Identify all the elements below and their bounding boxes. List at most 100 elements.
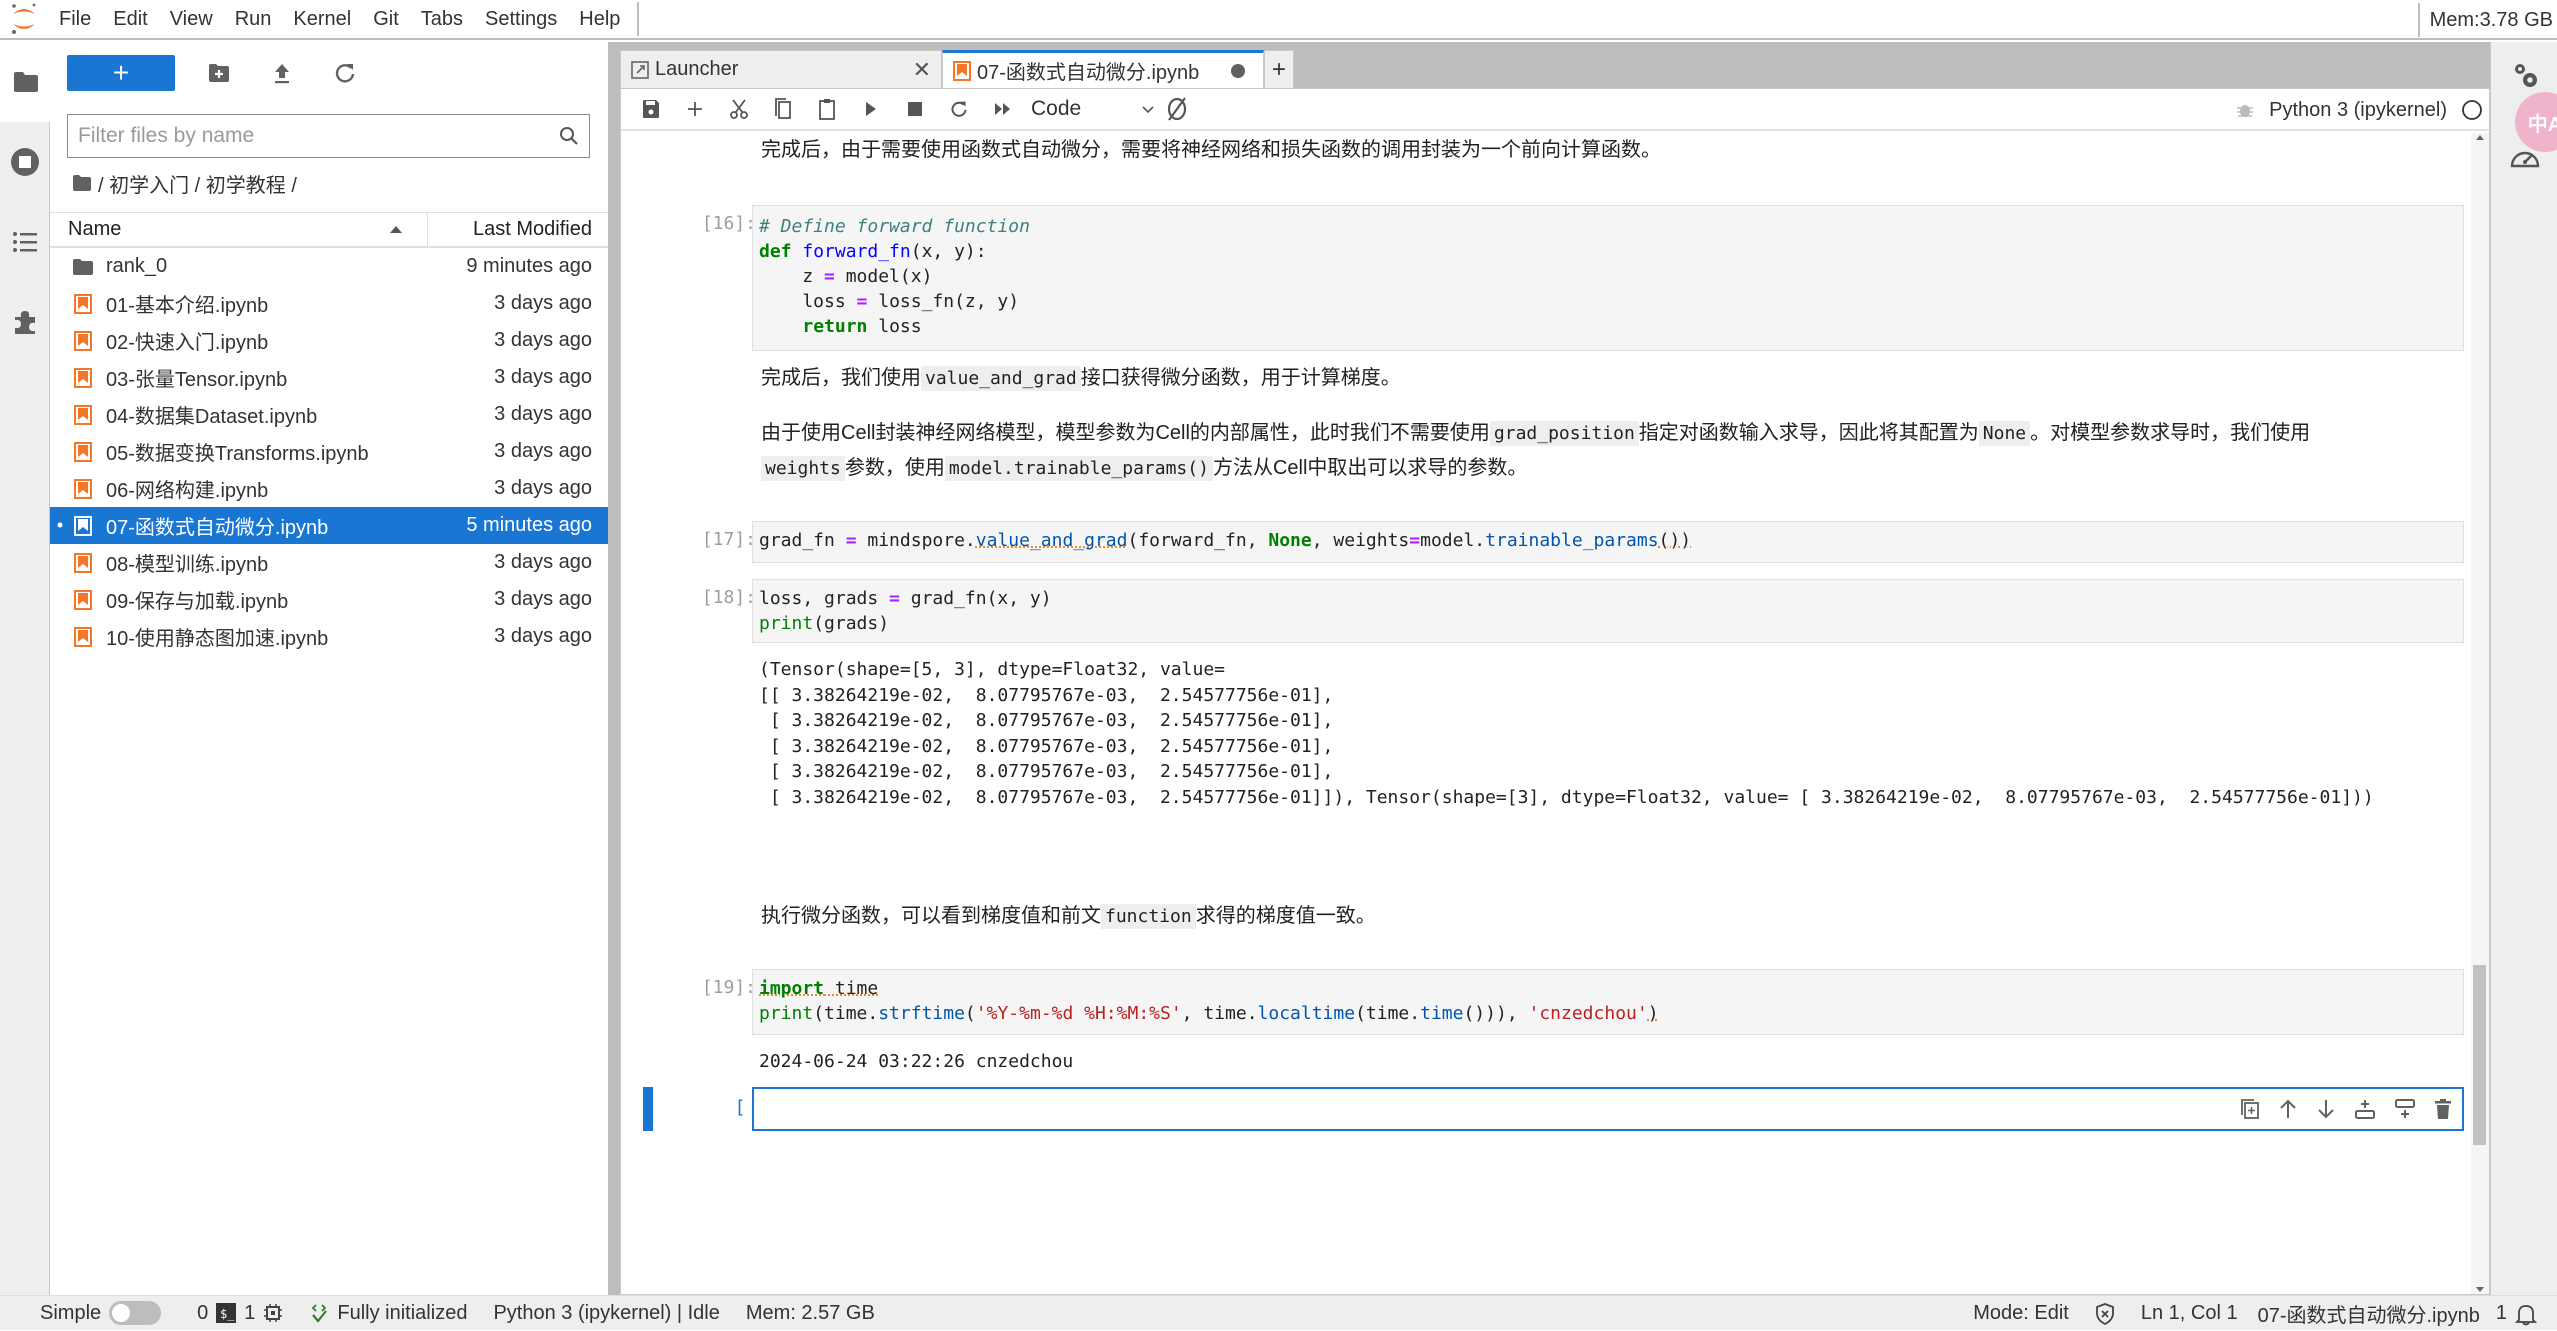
menu-edit[interactable]: Edit bbox=[102, 0, 158, 39]
tab-notebook[interactable]: 07-函数式自动微分.ipynb bbox=[942, 50, 1264, 88]
cut-button[interactable] bbox=[717, 91, 761, 127]
running-sessions-tab[interactable] bbox=[0, 122, 50, 202]
code-input[interactable]: loss, grads = grad_fn(x, y) print(grads) bbox=[752, 579, 2464, 643]
insert-above-icon[interactable] bbox=[2354, 1098, 2376, 1120]
save-button[interactable] bbox=[629, 91, 673, 127]
column-header-name[interactable]: Name bbox=[50, 213, 428, 246]
copy-button[interactable] bbox=[761, 91, 805, 127]
menu-tabs[interactable]: Tabs bbox=[410, 0, 474, 39]
cell-type-select[interactable]: Code bbox=[1025, 97, 1155, 121]
file-browser-tab[interactable] bbox=[0, 42, 51, 122]
running-terminals-status[interactable]: 0 $_ 1 bbox=[197, 1302, 283, 1325]
extension-manager-tab[interactable] bbox=[0, 282, 50, 362]
kernel-name-button[interactable]: Python 3 (ipykernel) bbox=[2269, 99, 2447, 122]
duplicate-cell-icon[interactable] bbox=[2240, 1098, 2260, 1120]
file-name: 02-快速入门.ipynb bbox=[106, 332, 269, 354]
notebook-scrollbar[interactable] bbox=[2471, 133, 2489, 1294]
markdown-cell[interactable]: 完成后，由于需要使用函数式自动微分，需要将神经网络和损失函数的调用封装为一个前向… bbox=[761, 133, 2441, 167]
stop-icon bbox=[908, 102, 922, 116]
move-down-icon[interactable] bbox=[2316, 1098, 2336, 1120]
menu-kernel[interactable]: Kernel bbox=[282, 0, 362, 39]
upload-button[interactable] bbox=[250, 55, 313, 91]
simple-mode-toggle[interactable]: Simple bbox=[40, 1301, 162, 1325]
column-header-modified[interactable]: Last Modified bbox=[428, 213, 608, 246]
file-list-item[interactable]: • 07-函数式自动微分.ipynb 5 minutes ago bbox=[50, 507, 608, 544]
file-list-item[interactable]: 04-数据集Dataset.ipynb 3 days ago bbox=[50, 396, 608, 433]
file-list-item[interactable]: rank_0 9 minutes ago bbox=[50, 248, 608, 285]
breadcrumb-path[interactable]: / 初学入门 / 初学教程 / bbox=[98, 169, 297, 198]
debugger-icon[interactable] bbox=[2235, 100, 2255, 120]
plus-icon bbox=[688, 102, 702, 116]
menu-help[interactable]: Help bbox=[568, 0, 631, 39]
filter-files-input[interactable] bbox=[78, 124, 559, 148]
active-cell-indicator[interactable] bbox=[643, 1087, 653, 1131]
memory-usage: Mem:3.78 GB bbox=[2429, 8, 2553, 31]
restart-kernel-button[interactable] bbox=[937, 91, 981, 127]
cursor-position[interactable]: Ln 1, Col 1 bbox=[2141, 1302, 2238, 1325]
file-name: 03-张量Tensor.ipynb bbox=[106, 369, 288, 391]
file-list-item[interactable]: 08-模型训练.ipynb 3 days ago bbox=[50, 544, 608, 581]
interrupt-kernel-button[interactable] bbox=[893, 91, 937, 127]
markdown-cell[interactable]: 由于使用Cell封装神经网络模型，模型参数为Cell的内部属性，此时我们不需要使… bbox=[761, 416, 2441, 486]
tab-launcher[interactable]: Launcher ✕ bbox=[620, 50, 942, 88]
folder-home-icon[interactable] bbox=[72, 174, 92, 192]
close-tab-icon[interactable]: ✕ bbox=[913, 57, 931, 83]
not-trusted-shield-icon bbox=[2095, 1302, 2114, 1325]
code-input[interactable] bbox=[752, 1087, 2464, 1131]
scissors-icon bbox=[730, 99, 748, 119]
notifications-button[interactable]: 1 bbox=[2496, 1302, 2537, 1326]
paste-button[interactable] bbox=[805, 91, 849, 127]
scroll-up-icon[interactable] bbox=[2476, 135, 2484, 140]
chevron-down-icon bbox=[1142, 105, 1154, 113]
code-input[interactable]: # Define forward function def forward_fn… bbox=[752, 205, 2464, 351]
sort-ascending-icon bbox=[390, 226, 402, 233]
file-modified: 3 days ago bbox=[494, 625, 592, 647]
mode-status[interactable]: Mode: Edit bbox=[1973, 1302, 2069, 1325]
save-icon bbox=[643, 100, 659, 118]
menu-git[interactable]: Git bbox=[362, 0, 410, 39]
markdown-cell[interactable]: 完成后，我们使用 value_and_grad 接口获得微分函数，用于计算梯度。 bbox=[761, 361, 2441, 396]
file-list-item[interactable]: 01-基本介绍.ipynb 3 days ago bbox=[50, 285, 608, 322]
panel-splitter[interactable] bbox=[608, 42, 620, 1295]
table-of-contents-tab[interactable] bbox=[0, 202, 50, 282]
new-folder-button[interactable] bbox=[187, 55, 250, 91]
folder-icon bbox=[70, 258, 96, 276]
restart-run-all-button[interactable] bbox=[981, 91, 1025, 127]
active-code-cell[interactable]: [ ]: bbox=[643, 1087, 2473, 1131]
file-list-item[interactable]: 02-快速入门.ipynb 3 days ago bbox=[50, 322, 608, 359]
menu-view[interactable]: View bbox=[159, 0, 224, 39]
new-tab-button[interactable]: + bbox=[1264, 50, 1294, 88]
current-file-name: 07-函数式自动微分.ipynb bbox=[2257, 1305, 2480, 1327]
lsp-status[interactable]: Fully initialized bbox=[309, 1302, 467, 1325]
menu-run[interactable]: Run bbox=[224, 0, 283, 39]
file-list-item[interactable]: 05-数据变换Transforms.ipynb 3 days ago bbox=[50, 433, 608, 470]
upload-icon bbox=[274, 64, 289, 84]
scrollbar-thumb[interactable] bbox=[2473, 965, 2486, 1145]
insert-below-icon[interactable] bbox=[2394, 1098, 2416, 1120]
notebook-panel: Code Python 3 (ipykernel) 完成后，由于需要使用函数式自… bbox=[620, 88, 2490, 1295]
markdown-cell[interactable]: 执行微分函数，可以看到梯度值和前文 function 求得的梯度值一致。 bbox=[761, 899, 2441, 934]
delete-cell-icon[interactable] bbox=[2434, 1098, 2452, 1120]
code-input[interactable]: import time print(time.strftime('%Y-%m-%… bbox=[752, 969, 2464, 1035]
menu-settings[interactable]: Settings bbox=[474, 0, 568, 39]
cell-prompt: [18]: bbox=[701, 587, 756, 608]
memory-indicator: Mem:3.78 GB bbox=[2417, 0, 2557, 40]
simple-toggle-switch[interactable] bbox=[109, 1301, 162, 1325]
new-launcher-button[interactable]: + bbox=[67, 55, 175, 91]
menu-file[interactable]: File bbox=[48, 0, 102, 39]
scroll-down-icon[interactable] bbox=[2476, 1287, 2484, 1292]
refresh-button[interactable] bbox=[313, 55, 376, 91]
kernel-status[interactable]: Python 3 (ipykernel) | Idle bbox=[493, 1302, 719, 1325]
unsaved-dot-icon[interactable] bbox=[1231, 63, 1245, 78]
insert-cell-button[interactable] bbox=[673, 91, 717, 127]
file-list-item[interactable]: 03-张量Tensor.ipynb 3 days ago bbox=[50, 359, 608, 396]
file-list-item[interactable]: 10-使用静态图加速.ipynb 3 days ago bbox=[50, 618, 608, 655]
move-up-icon[interactable] bbox=[2278, 1098, 2298, 1120]
file-list-item[interactable]: 06-网络构建.ipynb 3 days ago bbox=[50, 470, 608, 507]
file-list-item[interactable]: 09-保存与加载.ipynb 3 days ago bbox=[50, 581, 608, 618]
run-cell-button[interactable] bbox=[849, 91, 893, 127]
code-input[interactable]: grad_fn = mindspore.value_and_grad(forwa… bbox=[752, 521, 2464, 563]
trust-status[interactable] bbox=[2095, 1302, 2115, 1325]
resource-usage-tab[interactable] bbox=[2491, 134, 2557, 180]
git-diff-button[interactable] bbox=[1155, 91, 1199, 127]
